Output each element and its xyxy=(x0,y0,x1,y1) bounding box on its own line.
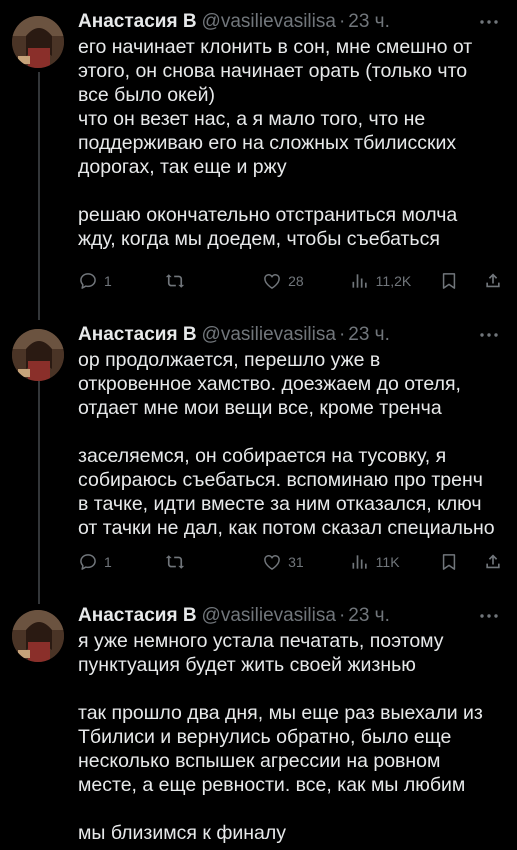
like-count: 31 xyxy=(288,554,304,570)
views-count: 11K xyxy=(375,554,400,570)
retweet-icon xyxy=(165,274,184,288)
bookmark-icon xyxy=(443,554,456,570)
bookmark-button[interactable] xyxy=(439,552,483,572)
views-icon xyxy=(352,555,367,569)
reply-icon xyxy=(80,554,96,570)
views-icon xyxy=(352,274,367,288)
like-icon xyxy=(264,555,280,570)
reply-button[interactable]: 1 xyxy=(78,552,164,572)
more-icon[interactable] xyxy=(477,325,501,345)
share-icon xyxy=(486,273,500,288)
tweet[interactable]: Анастасия В @vasilievasilisa · 23 ч. ор … xyxy=(0,313,517,594)
tweet[interactable]: Анастасия В @vasilievasilisa · 23 ч. я у… xyxy=(0,594,517,850)
more-icon[interactable] xyxy=(477,12,501,32)
like-count: 28 xyxy=(288,273,304,289)
avatar[interactable] xyxy=(12,16,64,68)
author-handle[interactable]: @vasilievasilisa xyxy=(202,323,336,347)
share-button[interactable] xyxy=(483,271,503,291)
reply-count: 1 xyxy=(104,554,112,570)
like-button[interactable]: 31 xyxy=(262,552,350,572)
retweet-icon xyxy=(165,555,184,569)
reply-button[interactable]: 1 xyxy=(78,271,164,291)
timestamp[interactable]: 23 ч. xyxy=(348,323,390,347)
reply-icon xyxy=(80,273,96,289)
author-name[interactable]: Анастасия В xyxy=(78,323,197,347)
share-icon xyxy=(486,554,500,569)
tweet-text: его начинает клонить в сон, мне смешно о… xyxy=(78,36,473,250)
separator-dot: · xyxy=(338,324,346,345)
author-name[interactable]: Анастасия В xyxy=(78,10,197,34)
tweet-text: я уже немного устала печатать, поэтому п… xyxy=(78,630,483,844)
tweet-text: ор продолжается, перешло уже в откровенн… xyxy=(78,349,495,539)
like-icon xyxy=(264,274,280,289)
author-name[interactable]: Анастасия В xyxy=(78,604,197,628)
views-button[interactable]: 11,2K xyxy=(350,271,440,291)
avatar[interactable] xyxy=(12,610,64,662)
retweet-button[interactable] xyxy=(164,552,263,572)
tweet[interactable]: Анастасия В @vasilievasilisa · 23 ч. его… xyxy=(0,0,517,313)
timestamp[interactable]: 23 ч. xyxy=(348,10,390,34)
more-icon[interactable] xyxy=(477,606,501,626)
like-button[interactable]: 28 xyxy=(262,271,350,291)
separator-dot: · xyxy=(338,11,346,32)
timestamp[interactable]: 23 ч. xyxy=(348,604,390,628)
author-handle[interactable]: @vasilievasilisa xyxy=(202,604,336,628)
separator-dot: · xyxy=(338,605,346,626)
reply-count: 1 xyxy=(104,273,112,289)
bookmark-button[interactable] xyxy=(439,271,483,291)
author-handle[interactable]: @vasilievasilisa xyxy=(202,10,336,34)
retweet-button[interactable] xyxy=(164,271,263,291)
bookmark-icon xyxy=(443,273,456,289)
views-count: 11,2K xyxy=(375,273,412,289)
share-button[interactable] xyxy=(483,552,503,572)
views-button[interactable]: 11K xyxy=(350,552,440,572)
avatar[interactable] xyxy=(12,329,64,381)
